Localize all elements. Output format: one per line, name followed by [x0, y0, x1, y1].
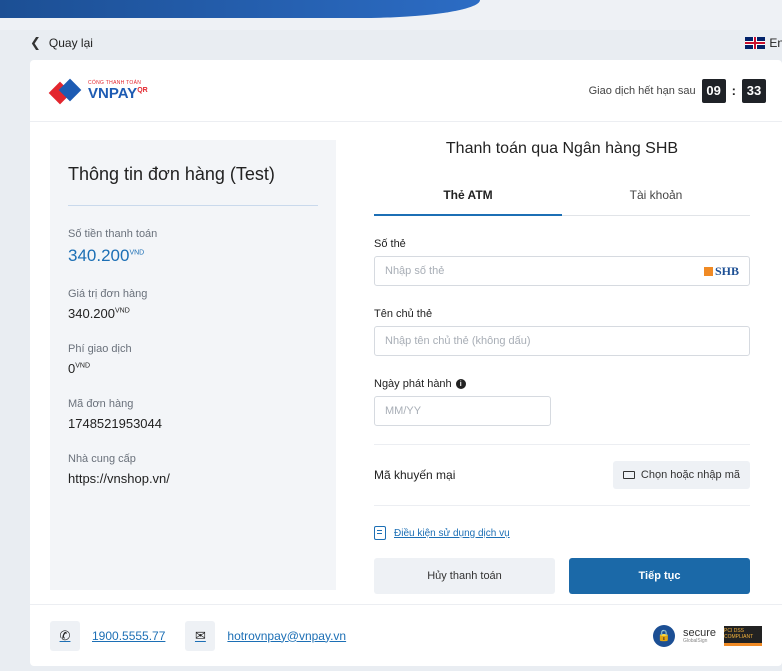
order-info-title: Thông tin đơn hàng (Test): [68, 162, 318, 206]
uk-flag-icon: [745, 37, 766, 49]
topbar: ❮ Quay lại En: [30, 28, 782, 58]
back-button[interactable]: ❮ Quay lại: [30, 35, 93, 51]
back-label: Quay lại: [48, 36, 93, 50]
promo-label: Mã khuyến mại: [374, 468, 456, 482]
phone-number: 1900.5555.77: [92, 628, 166, 643]
terms-link[interactable]: Điều kiện sử dụng dịch vụ: [374, 526, 750, 540]
terms-label: Điều kiện sử dụng dịch vụ: [394, 527, 510, 539]
info-icon[interactable]: i: [455, 379, 466, 389]
card-holder-label: Tên chủ thẻ: [374, 308, 433, 320]
promo-button-label: Chọn hoặc nhập mã: [640, 469, 740, 481]
amount-label: Số tiền thanh toán: [68, 228, 158, 240]
card-number-input[interactable]: [385, 265, 704, 277]
shb-logo: SHB: [703, 264, 739, 279]
email-address: hotrovnpay@vnpay.vn: [227, 628, 347, 643]
payment-card: CỔNG THANH TOÁN VNPAYQR Giao dịch hết hạ…: [30, 60, 782, 666]
continue-button[interactable]: Tiếp tục: [569, 558, 750, 594]
tab-account[interactable]: Tài khoản: [562, 180, 750, 215]
timer-minutes: 09: [701, 78, 726, 103]
email-link[interactable]: ✉ hotrovnpay@vnpay.vn: [185, 620, 347, 651]
card-number-field: SHB: [374, 256, 750, 286]
provider-label: Nhà cung cấp: [68, 453, 136, 465]
shb-mark-icon: [703, 266, 713, 276]
timer-seconds: 33: [742, 78, 766, 103]
language-switcher[interactable]: En: [745, 36, 782, 50]
order-id-label: Mã đơn hàng: [68, 398, 134, 410]
secure-badge: secure GlobalSign: [682, 626, 716, 644]
contacts: ✆ 1900.5555.77 ✉ hotrovnpay@vnpay.vn: [50, 620, 347, 651]
promo-button[interactable]: Chọn hoặc nhập mã: [612, 461, 750, 489]
vnpay-mark-icon: [48, 78, 84, 104]
cancel-payment-button[interactable]: Hủy thanh toán: [374, 558, 555, 594]
header: CỔNG THANH TOÁN VNPAYQR Giao dịch hết hạ…: [30, 60, 782, 122]
document-icon: [374, 526, 386, 540]
phone-link[interactable]: ✆ 1900.5555.77: [50, 620, 166, 651]
language-label: En: [769, 36, 782, 50]
logo-name: VNPAYQR: [88, 84, 148, 102]
promo-row: Mã khuyến mại Chọn hoặc nhập mã: [374, 444, 750, 506]
payment-title: Thanh toán qua Ngân hàng SHB: [445, 140, 679, 157]
card-holder-input[interactable]: [385, 335, 739, 347]
payment-tabs: Thẻ ATM Tài khoản: [374, 180, 750, 216]
issue-date-label: Ngày phát hành: [374, 378, 452, 390]
expiry-label: Giao dịch hết hạn sau: [588, 84, 696, 97]
footer: ✆ 1900.5555.77 ✉ hotrovnpay@vnpay.vn 🔒 s…: [30, 604, 782, 666]
issue-date-input[interactable]: [385, 405, 540, 417]
security-badges: 🔒 secure GlobalSign PCI DSS COMPLIANT: [652, 624, 762, 647]
payment-form: Thanh toán qua Ngân hàng SHB Thẻ ATM Tài…: [374, 140, 750, 594]
fee-value: 0VND: [68, 361, 91, 376]
form-actions: Hủy thanh toán Tiếp tục: [374, 558, 750, 594]
issue-date-label-row: Ngày phát hành i: [374, 378, 750, 390]
order-value: 340.200VND: [68, 306, 130, 321]
pci-dss-badge: PCI DSS COMPLIANT: [724, 625, 762, 646]
phone-icon: ✆: [50, 620, 80, 651]
order-value-label: Giá trị đơn hàng: [68, 288, 148, 300]
order-id: 1748521953044: [68, 416, 162, 431]
card-holder-field: [374, 326, 750, 356]
expiry-timer: Giao dịch hết hạn sau 09 : 33: [588, 78, 766, 103]
issue-date-field: [374, 396, 551, 426]
fee-label: Phí giao dịch: [68, 343, 132, 355]
vnpay-logo: CỔNG THANH TOÁN VNPAYQR: [48, 78, 148, 104]
chevron-left-icon: ❮: [30, 35, 41, 50]
card-number-label: Số thẻ: [374, 238, 406, 250]
order-info-panel: Thông tin đơn hàng (Test) Số tiền thanh …: [50, 140, 336, 590]
ticket-icon: [622, 471, 635, 479]
tab-atm-card[interactable]: Thẻ ATM: [374, 180, 562, 216]
top-band: [0, 0, 782, 30]
provider: https://vnshop.vn/: [68, 471, 170, 486]
amount-value: 340.200VND: [68, 246, 145, 265]
top-decor: [0, 0, 480, 18]
lock-icon: 🔒: [652, 624, 675, 647]
mail-icon: ✉: [185, 620, 216, 651]
